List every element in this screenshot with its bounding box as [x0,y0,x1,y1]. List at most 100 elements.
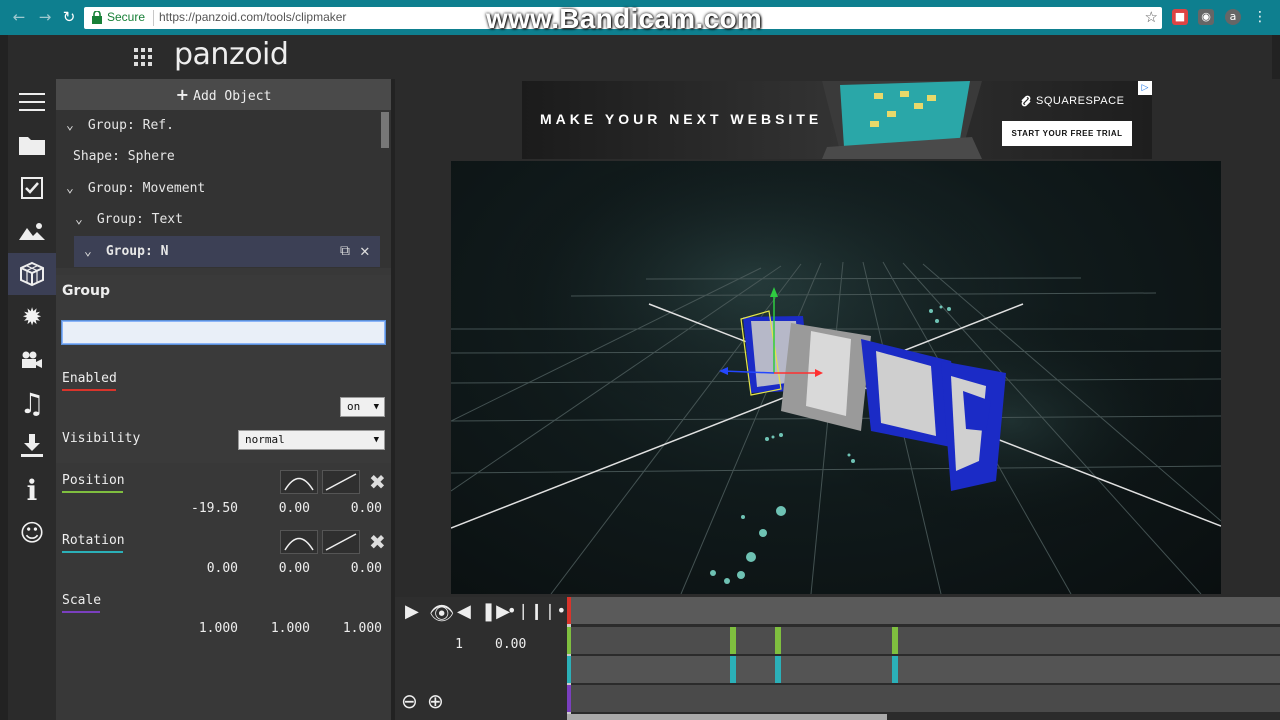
track-row[interactable] [571,597,1280,624]
position-label: Position [62,473,125,488]
forward-icon[interactable]: → [36,8,54,26]
time-value[interactable]: 0.00 [495,637,526,652]
menu-dots-icon[interactable]: ⋮ [1252,9,1268,25]
squarespace-logo-icon [1021,95,1031,107]
scale-section: Scale 1.000 1.000 1.000 [56,587,391,645]
scale-y-value[interactable]: 1.000 [250,621,310,636]
reload-icon[interactable]: ↻ [60,8,78,26]
scale-z-value[interactable]: 1.000 [322,621,382,636]
timeline: ▶ 👁 ◀ ❚▶ •❘❙❘• 1 0.00 ⊖ ⊕ [395,597,1280,720]
music-icon[interactable]: ♫ [8,382,56,424]
step-icon[interactable]: ❚▶ [481,601,510,622]
timeline-controls: ▶ 👁 ◀ ❚▶ •❘❙❘• 1 0.00 ⊖ ⊕ [395,597,567,720]
track-marker [567,597,571,624]
camera-icon[interactable] [8,339,56,381]
frame-number[interactable]: 1 [435,637,463,652]
timeline-scrollbar[interactable] [567,714,887,720]
tree-item-label: Group: N [105,244,169,259]
tool-sidebar: ✹ ♫ i ☺ [8,79,56,720]
keyframe[interactable] [775,656,781,683]
add-object-button[interactable]: + Add Object [56,79,391,110]
ad-banner[interactable]: MAKE YOUR NEXT WEBSITE SQUARESPACE START… [522,81,1152,159]
menu-icon[interactable] [8,81,56,123]
tree-item-selected[interactable]: ⌄ Group: N ⧉ ✕ [74,236,380,267]
ease-curve-button[interactable] [280,470,318,494]
enabled-select[interactable]: on ▼ [340,397,385,417]
profile-icon[interactable]: a [1225,9,1241,25]
keyframe[interactable] [730,656,736,683]
download-icon[interactable] [8,425,56,467]
play-icon[interactable]: ▶ [405,601,419,622]
adchoices-icon[interactable]: ▷ [1138,81,1152,95]
ad-cta-button[interactable]: START YOUR FREE TRIAL [1002,121,1132,146]
chevron-down-icon[interactable]: ⌄ [66,173,76,204]
track-marker [567,656,571,683]
viewport-area [395,161,1280,597]
position-z-value[interactable]: 0.00 [322,501,382,516]
tree-item-label: Group: Text [96,212,183,227]
apps-grid-icon[interactable] [134,48,152,66]
image-icon[interactable] [8,210,56,252]
smiley-icon[interactable]: ☺ [8,512,56,554]
folder-icon[interactable] [8,124,56,166]
logo[interactable]: panzoid [174,37,289,72]
linear-curve-button[interactable] [322,530,360,554]
rotation-y-value[interactable]: 0.00 [250,561,310,576]
tree-item[interactable]: ⌄ Group: Text [56,204,380,235]
info-icon[interactable]: i [8,469,56,511]
visibility-select[interactable]: normal ▼ [238,430,385,450]
tree-item[interactable]: ⌄ Group: Ref. [56,110,380,141]
close-icon[interactable]: ✕ [360,243,370,259]
zoom-out-icon[interactable]: ⊖ [401,689,418,713]
checkbox-icon[interactable] [8,167,56,209]
track-row[interactable] [571,685,1280,712]
secure-label: Secure [107,10,146,24]
url-text[interactable]: https://panzoid.com/tools/clipmaker [159,10,346,24]
timeline-tracks[interactable] [567,597,1280,720]
scale-x-value[interactable]: 1.000 [178,621,238,636]
keyframe[interactable] [892,656,898,683]
bookmark-star-icon[interactable]: ☆ [1145,8,1158,26]
tree-scrollbar[interactable] [381,112,389,148]
tree-item[interactable]: ⌄ Group: Movement [56,173,380,204]
keyframe[interactable] [730,627,736,654]
burst-icon[interactable]: ✹ [8,296,56,338]
chevron-down-icon[interactable]: ⌄ [75,204,85,235]
rotation-z-value[interactable]: 0.00 [322,561,382,576]
lock-icon [92,11,102,24]
rotation-label: Rotation [62,533,125,548]
track-row[interactable] [571,656,1280,683]
duplicate-icon[interactable]: ⧉ [340,244,350,258]
chevron-down-icon[interactable]: ⌄ [66,110,76,141]
position-y-value[interactable]: 0.00 [250,501,310,516]
tree-item-label: Shape: Sphere [73,149,175,164]
rotation-x-value[interactable]: 0.00 [178,561,238,576]
track-row[interactable] [571,627,1280,654]
extension-icon[interactable]: ◉ [1198,9,1214,25]
eye-icon[interactable]: 👁 [429,601,454,625]
properties-panel: + Add Object ⌄ Group: Ref. Shape: Sphere… [56,79,391,720]
ad-area: MAKE YOUR NEXT WEBSITE SQUARESPACE START… [395,79,1280,161]
remove-keyframe-icon[interactable]: ✖ [369,532,386,552]
extension-icon[interactable]: ■ [1172,9,1188,25]
scale-underline [62,611,100,613]
volume-icon[interactable]: ◀ [457,601,471,622]
linear-curve-button[interactable] [322,470,360,494]
waveform-icon[interactable]: •❘❙❘• [507,601,566,620]
ease-curve-button[interactable] [280,530,318,554]
keyframe[interactable] [892,627,898,654]
3d-viewport[interactable] [451,161,1221,594]
position-x-value[interactable]: -19.50 [178,501,238,516]
remove-keyframe-icon[interactable]: ✖ [369,472,386,492]
keyframe[interactable] [775,627,781,654]
back-icon[interactable]: ← [10,8,28,26]
zoom-in-icon[interactable]: ⊕ [427,689,444,713]
plus-icon: + [175,85,189,104]
scale-label: Scale [62,593,102,608]
chevron-down-icon[interactable]: ⌄ [84,236,94,267]
tree-item[interactable]: Shape: Sphere [56,141,380,172]
add-object-label: Add Object [193,89,272,104]
group-name-input[interactable] [61,320,386,345]
3d-cube-icon[interactable] [8,253,56,295]
ease-curve-icon [284,477,314,491]
